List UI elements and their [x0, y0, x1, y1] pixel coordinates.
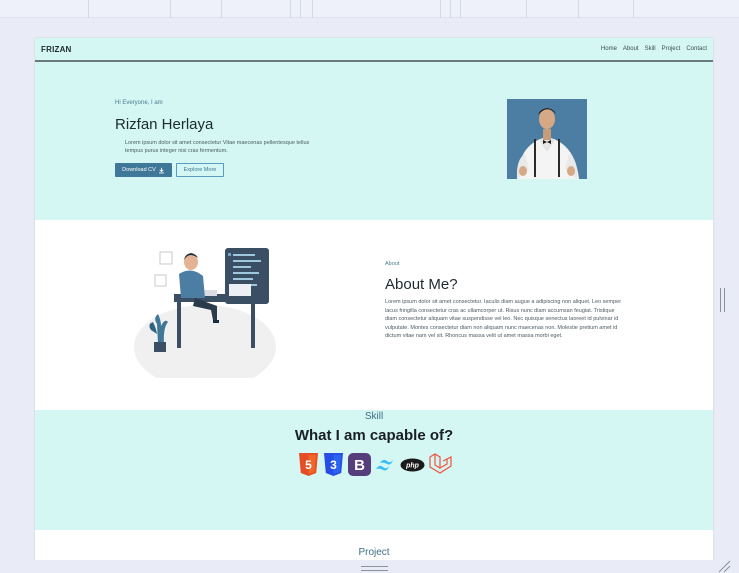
skill-title: What I am capable of? — [294, 427, 454, 444]
download-cv-label: Download CV — [122, 167, 156, 173]
resize-handle-right[interactable] — [720, 288, 725, 312]
skill-section: Skill What I am capable of? 5 3 B php — [35, 410, 713, 530]
skill-icon-row: 5 3 B php — [297, 452, 452, 482]
php-icon: php — [400, 458, 425, 477]
nav-link-skill[interactable]: Skill — [645, 46, 656, 52]
download-cv-button[interactable]: Download CV — [115, 163, 172, 177]
nav-link-contact[interactable]: Contact — [686, 46, 707, 52]
nav-link-about[interactable]: About — [623, 46, 639, 52]
profile-photo — [507, 99, 587, 179]
resize-handle-bottom[interactable] — [361, 566, 388, 571]
svg-text:B: B — [354, 457, 365, 474]
skill-tag: Skill — [364, 411, 384, 422]
svg-text:5: 5 — [305, 458, 312, 472]
toolbar-divider — [526, 0, 527, 18]
toolbar-divider — [578, 0, 579, 18]
nav-link-home[interactable]: Home — [601, 46, 617, 52]
css3-icon: 3 — [322, 452, 345, 482]
about-title: About Me? — [385, 276, 458, 293]
hero-name: Rizfan Herlaya — [115, 116, 214, 133]
toolbar-divider — [460, 0, 461, 18]
toolbar-divider — [312, 0, 313, 18]
hero-description: Lorem ipsum dolor sit amet consectetur V… — [125, 140, 310, 154]
svg-text:php: php — [405, 462, 420, 469]
brand-logo[interactable]: FRIZAN — [41, 45, 72, 54]
toolbar-divider — [440, 0, 441, 18]
page-preview-frame: FRIZAN Home About Skill Project Contact … — [35, 38, 713, 573]
nav-link-project[interactable]: Project — [662, 46, 681, 52]
nav-links: Home About Skill Project Contact — [601, 46, 707, 52]
resize-corner-icon[interactable] — [717, 560, 731, 573]
download-icon — [158, 167, 164, 173]
toolbar-divider — [221, 0, 222, 18]
developer-illustration — [133, 234, 281, 389]
navbar: FRIZAN Home About Skill Project Contact — [35, 38, 713, 62]
tailwind-icon — [374, 458, 398, 477]
about-paragraph: Lorem ipsum dolor sit amet consectetur. … — [385, 299, 622, 339]
svg-text:3: 3 — [330, 458, 337, 472]
about-tag: About — [385, 261, 400, 267]
project-tag: Project — [358, 547, 390, 558]
hero-section: Hi Everyone, I am Rizfan Herlaya Lorem i… — [35, 62, 713, 220]
hero-greeting: Hi Everyone, I am — [115, 100, 163, 106]
toolbar-divider — [88, 0, 89, 18]
laravel-icon — [427, 452, 452, 482]
toolbar-divider — [633, 0, 634, 18]
toolbar-divider — [300, 0, 301, 18]
bootstrap-icon: B — [347, 452, 372, 482]
toolbar-divider — [290, 0, 291, 18]
about-section: About About Me? Lorem ipsum dolor sit am… — [35, 220, 713, 410]
browser-toolbar — [0, 0, 739, 18]
explore-more-button[interactable]: Explore More — [176, 163, 224, 177]
toolbar-divider — [170, 0, 171, 18]
toolbar-divider — [450, 0, 451, 18]
html5-icon: 5 — [297, 452, 320, 482]
